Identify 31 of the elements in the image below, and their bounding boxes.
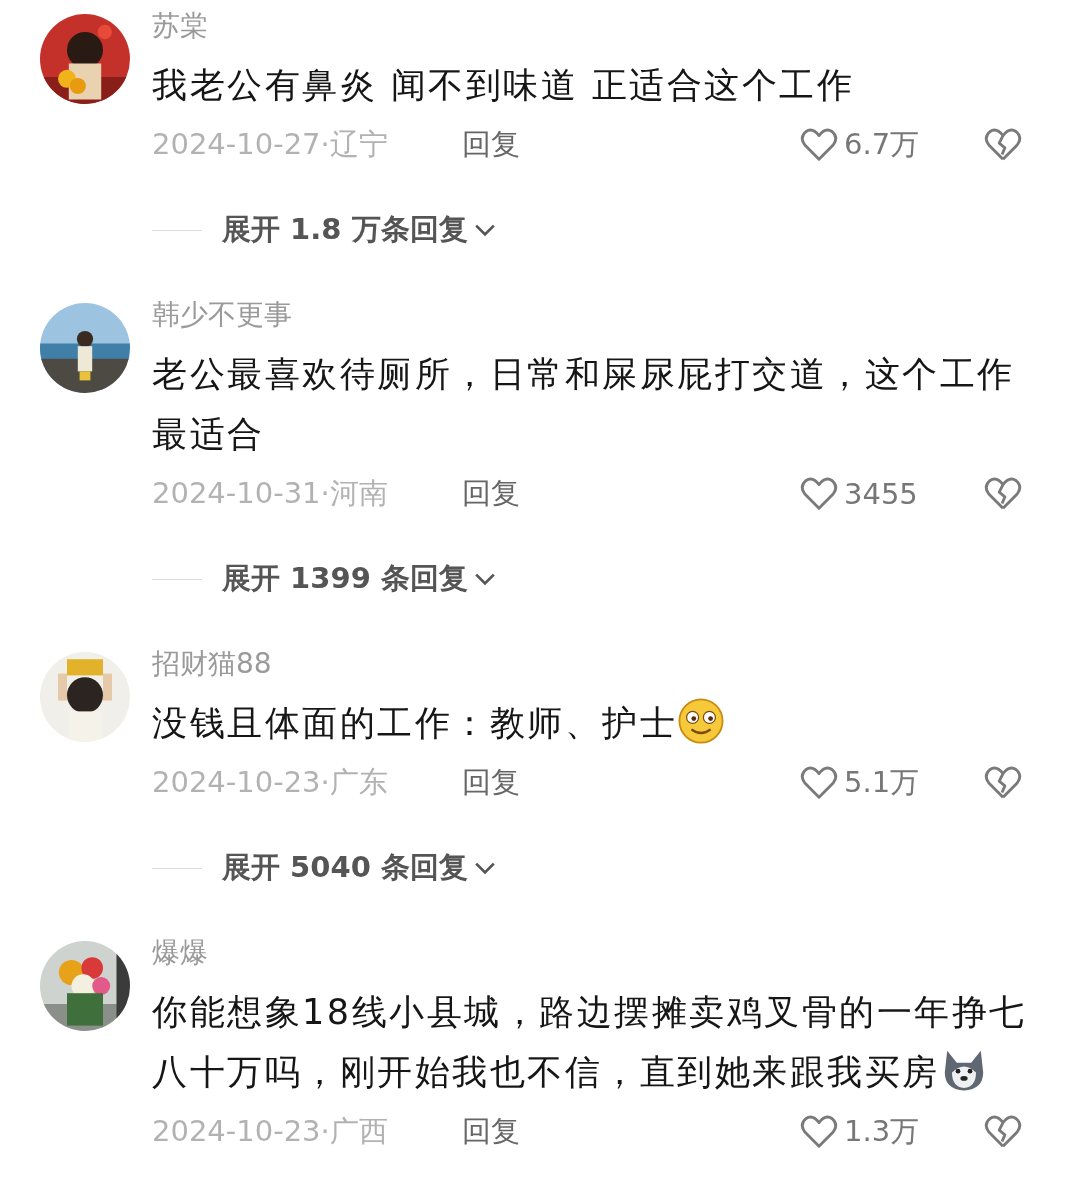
heart-icon[interactable] bbox=[800, 766, 838, 800]
chevron-down-icon bbox=[473, 223, 496, 237]
heart-icon[interactable] bbox=[800, 477, 838, 511]
comment-text: 没钱且体面的工作：教师、护士 bbox=[152, 703, 725, 743]
like-count: 6.7万 bbox=[844, 126, 921, 163]
chevron-down-icon bbox=[473, 572, 496, 586]
reply-link[interactable]: 回复 bbox=[462, 474, 520, 514]
comment-text: 老公最喜欢待厕所，日常和屎尿屁打交道，这个工作最适合 bbox=[152, 354, 1015, 454]
date-location: 2024-10-23·广东 bbox=[152, 764, 389, 801]
like-count: 5.1万 bbox=[844, 764, 921, 801]
reply-link[interactable]: 回复 bbox=[462, 763, 520, 803]
broken-heart-icon[interactable] bbox=[984, 766, 1022, 800]
heart-icon[interactable] bbox=[800, 1115, 838, 1149]
reply-link[interactable]: 回复 bbox=[462, 1112, 520, 1152]
like-count: 3455 bbox=[844, 477, 919, 511]
expand-replies-button[interactable]: 展开 1.8 万条回复 bbox=[222, 210, 496, 250]
broken-heart-icon[interactable] bbox=[984, 477, 1022, 511]
comment-text: 我老公有鼻炎 闻不到味道 正适合这个工作 bbox=[152, 65, 855, 105]
expand-replies-button[interactable]: 展开 1399 条回复 bbox=[222, 559, 496, 599]
like-count: 1.3万 bbox=[844, 1113, 921, 1150]
smiley-icon bbox=[677, 697, 725, 745]
date-location: 2024-10-23·广西 bbox=[152, 1113, 389, 1150]
date-location: 2024-10-31·河南 bbox=[152, 475, 389, 512]
expand-replies-button[interactable]: 展开 5040 条回复 bbox=[222, 848, 496, 888]
broken-heart-icon[interactable] bbox=[984, 1115, 1022, 1149]
date-location: 2024-10-27·辽宁 bbox=[152, 126, 389, 163]
broken-heart-icon[interactable] bbox=[984, 128, 1022, 162]
reply-link[interactable]: 回复 bbox=[462, 125, 520, 165]
heart-icon[interactable] bbox=[800, 128, 838, 162]
comment-text: 你能想象18线小县城，路边摆摊卖鸡叉骨的一年挣七八十万吗，刚开始我也不信，直到她来跟我买房 bbox=[152, 992, 1027, 1092]
chevron-down-icon bbox=[473, 861, 496, 875]
